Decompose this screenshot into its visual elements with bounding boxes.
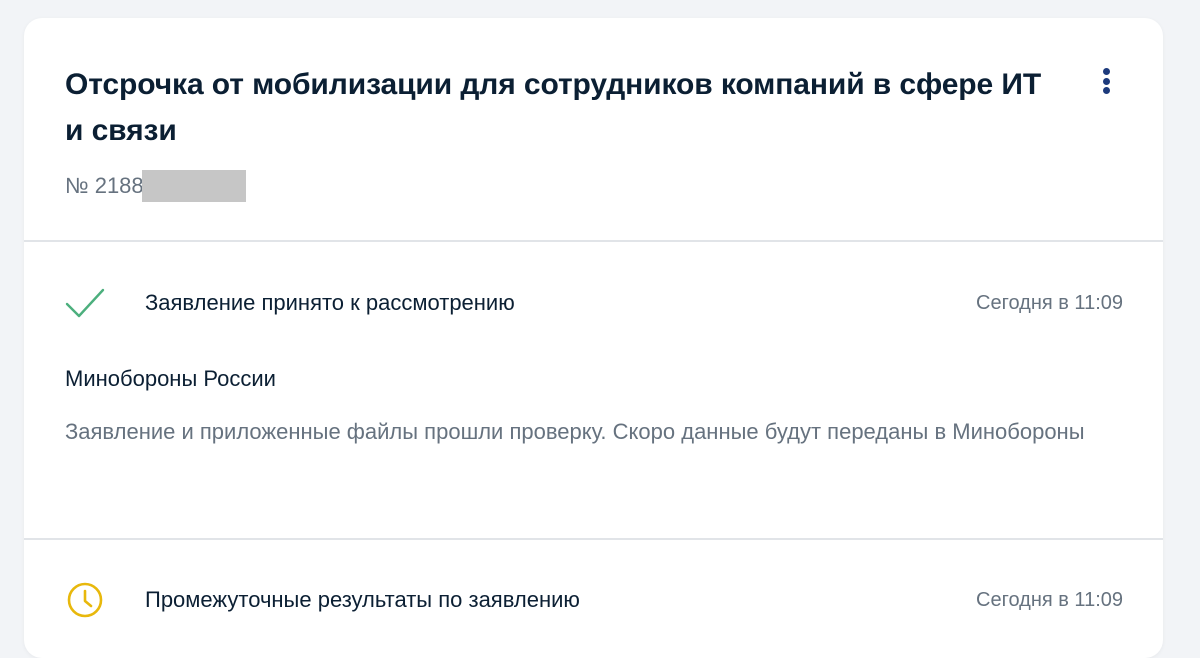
status-text: Промежуточные результаты по заявлению (145, 587, 580, 612)
menu-dot (1102, 77, 1110, 85)
status-row: Промежуточные результаты по заявлению Се… (24, 540, 1163, 658)
status-time: Сегодня в 11:09 (976, 588, 1123, 611)
redacted-block (141, 170, 246, 202)
application-title: Отсрочка от мобилизации для сотрудников … (65, 68, 1042, 147)
menu-dot (1102, 68, 1110, 75)
status-item-accepted: Заявление принято к рассмотрению Сегодня… (24, 242, 1163, 538)
menu-dot (1102, 87, 1110, 94)
status-time: Сегодня в 11:09 (976, 291, 1123, 314)
status-row: Заявление принято к рассмотрению Сегодня… (24, 242, 1163, 364)
checkmark-icon (65, 283, 105, 323)
organization-name: Минобороны России (65, 366, 276, 391)
card-header: Отсрочка от мобилизации для сотрудников … (24, 18, 1163, 240)
application-number: № 2188 (65, 170, 1123, 202)
status-description: Заявление и приложенные файлы прошли про… (65, 419, 1085, 444)
status-item-intermediate[interactable]: Промежуточные результаты по заявлению Се… (24, 540, 1163, 658)
status-body: Минобороны России Заявление и приложенны… (24, 364, 1163, 538)
application-card: Отсрочка от мобилизации для сотрудников … (24, 18, 1163, 658)
application-number-text: № 2188 (65, 173, 144, 198)
clock-icon (65, 580, 105, 620)
status-text: Заявление принято к рассмотрению (145, 290, 515, 315)
more-menu-icon[interactable] (1097, 66, 1115, 96)
